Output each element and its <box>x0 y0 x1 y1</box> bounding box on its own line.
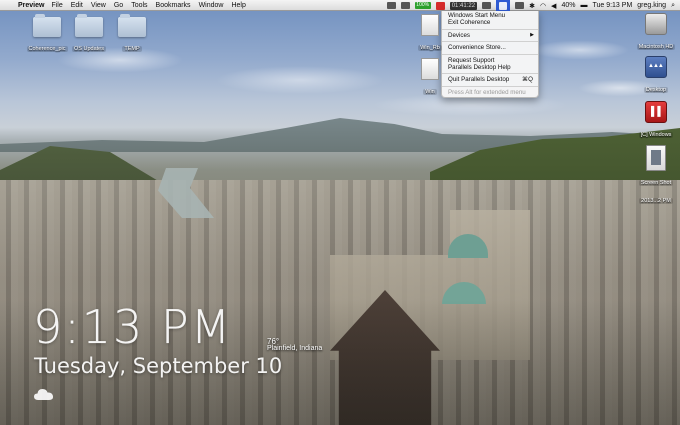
desktop-file-win[interactable]: Win <box>418 58 442 98</box>
user-menu[interactable]: greg.king <box>637 2 666 9</box>
flag-icon[interactable]: ▬ <box>580 2 587 9</box>
menu-item-windows-start-menu[interactable]: Windows Start Menu <box>442 12 538 19</box>
menu-bar: Preview File Edit View Go Tools Bookmark… <box>0 0 680 11</box>
parallels-icon[interactable] <box>435 1 445 10</box>
time-machine-icon[interactable] <box>515 2 525 9</box>
desktop-screenshot-file[interactable]: Screen Shot 2013...2 PM <box>634 145 678 207</box>
hard-drive-icon <box>645 13 667 35</box>
menu-hint-extended: Press Alt for extended menu <box>448 88 526 96</box>
cloud-icon[interactable] <box>400 2 410 9</box>
menu-edit[interactable]: Edit <box>71 2 83 9</box>
battery-percent[interactable]: 40% <box>561 2 575 9</box>
menu-help[interactable]: Help <box>231 2 245 9</box>
dropbox-icon[interactable] <box>386 2 396 9</box>
menu-item-label: Quit Parallels Desktop <box>448 76 510 84</box>
menu-separator <box>442 73 538 75</box>
menu-file[interactable]: File <box>51 2 62 9</box>
menu-view[interactable]: View <box>91 2 106 9</box>
weather-location: Plainfield, Indiana <box>267 345 323 352</box>
folder-icon <box>118 14 146 37</box>
desktop-folder-temp[interactable]: TEMP <box>112 14 152 55</box>
document-icon <box>421 14 439 36</box>
clock-time: 9:13 PM <box>33 300 233 354</box>
volume-icon[interactable]: ◀ <box>551 2 556 10</box>
menu-item-exit-coherence[interactable]: Exit Coherence <box>442 19 538 26</box>
folder-icon <box>33 14 61 37</box>
wifi-icon[interactable]: ◠ <box>540 2 546 10</box>
parallels-menu-icon[interactable] <box>496 0 511 11</box>
timer-display[interactable]: 01:41:22 <box>449 1 478 10</box>
menu-item-parallels-help[interactable]: Parallels Desktop Help <box>442 64 538 71</box>
folder-icon <box>75 14 103 37</box>
submenu-arrow-icon: ▶ <box>530 31 534 38</box>
cloud-weather-icon <box>34 389 54 400</box>
grid-icon[interactable] <box>482 2 492 9</box>
menu-window[interactable]: Window <box>199 2 224 9</box>
shortcut-label: ⌘Q <box>521 76 533 84</box>
app-menu[interactable]: Preview <box>18 2 44 9</box>
icon-label: Macintosh HD <box>636 44 676 50</box>
menu-go[interactable]: Go <box>114 2 123 9</box>
menu-tools[interactable]: Tools <box>131 2 147 9</box>
parallels-drive-icon <box>645 56 667 78</box>
menu-separator <box>442 41 538 43</box>
clock-date: Tuesday, September 10 <box>34 354 283 378</box>
menu-separator <box>442 28 538 30</box>
icon-label: Screen Shot <box>638 180 674 186</box>
icon-label: Desktop <box>643 87 669 93</box>
bluetooth-icon[interactable]: ✱ <box>529 2 535 10</box>
parallels-dropdown-menu: Windows Start Menu Exit Coherence Device… <box>441 11 539 98</box>
desktop-windows-drive[interactable]: [C] Windows <box>634 101 678 141</box>
menu-item-label: Devices <box>448 31 471 39</box>
menu-bookmarks[interactable]: Bookmarks <box>156 2 191 9</box>
status-area: 100% 01:41:22 ✱ ◠ ◀ 40% ▬ Tue 9:13 PM gr… <box>386 0 680 11</box>
desktop-folder-coherence[interactable]: Coherence_pic <box>22 14 72 55</box>
menu-item-devices[interactable]: Devices ▶ <box>442 32 538 39</box>
icon-label: Win <box>423 89 437 95</box>
icon-sublabel: 2013...2 PM <box>639 198 673 204</box>
battery-monitor-icon[interactable]: 100% <box>414 2 431 9</box>
icon-label: TEMP <box>122 46 142 52</box>
image-file-icon <box>646 145 666 171</box>
menu-separator <box>442 85 538 87</box>
menu-item-convenience-store[interactable]: Convenience Store... <box>442 44 538 51</box>
menu-item-request-support[interactable]: Request Support <box>442 57 538 64</box>
windows-drive-icon <box>645 101 667 123</box>
desktop-macintosh-hd[interactable]: Macintosh HD <box>634 13 678 53</box>
icon-label: Coherence_pic <box>26 46 68 52</box>
icon-label: [C] Windows <box>638 132 674 138</box>
menu-separator <box>442 53 538 55</box>
desktop-folder-os-updates[interactable]: OS Updates <box>66 14 112 55</box>
menu-clock[interactable]: Tue 9:13 PM <box>592 2 632 9</box>
menu-item-quit-parallels[interactable]: Quit Parallels Desktop ⌘Q <box>442 76 538 83</box>
windows-logo-icon <box>499 1 508 10</box>
desktop-file-win-rb[interactable]: Win_Rb <box>418 14 442 54</box>
icon-label: OS Updates <box>72 46 106 52</box>
icon-label: Win_Rb <box>418 45 442 51</box>
spotlight-icon[interactable]: ⌕ <box>671 2 675 10</box>
desktop-parallels-drive[interactable]: Desktop <box>634 56 678 96</box>
document-icon <box>421 58 439 80</box>
